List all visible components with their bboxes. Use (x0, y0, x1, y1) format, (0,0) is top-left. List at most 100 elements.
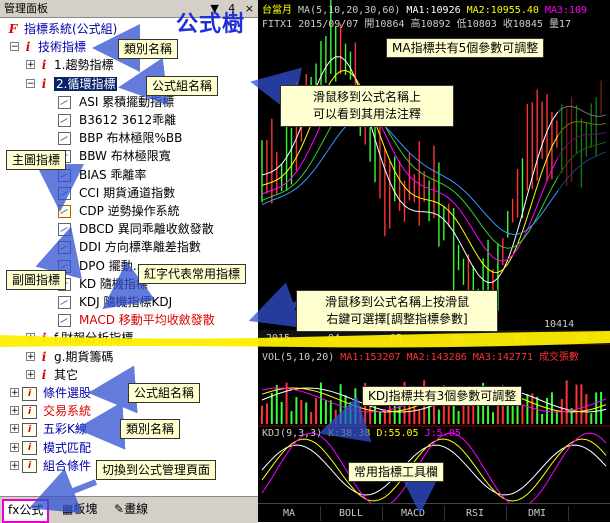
formula-icon: fx (8, 503, 20, 517)
indicator-chart-icon (58, 186, 71, 200)
expand-icon[interactable]: + (26, 351, 35, 361)
indicator-chart-icon (58, 223, 71, 237)
toolbar-ma-button[interactable]: MA (258, 506, 321, 521)
chart-canvas[interactable]: 2015 04 05 06 07 08 (258, 0, 610, 522)
tree-item[interactable]: + i 其它 (0, 366, 78, 384)
tree-item[interactable]: B3612 3612乖離 (0, 111, 176, 129)
formula-system-icon: F (8, 22, 18, 36)
expand-icon[interactable]: + (26, 333, 35, 343)
tree-item[interactable]: CDP 逆勢操作系統 (0, 202, 180, 220)
indicator-chart-icon (58, 95, 71, 109)
callout-hover-usage-text: 滑鼠移到公式名稱上 可以看到其用法注釋 (312, 90, 421, 121)
toolbar-macd-button[interactable]: MACD (382, 506, 445, 521)
kdj-header: KDJ(9,3,3) K:38.38 D:55.05 J:5.05 (262, 428, 461, 439)
low-value: 低10803 (456, 19, 497, 30)
tree-item-label: CCI 期貨通道指數 (79, 185, 176, 200)
close-value: 收10845 (502, 19, 543, 30)
toolbar-dmi-button[interactable]: DMI (506, 506, 569, 521)
tree-item-label: MACD 移動平均收斂發散 (79, 313, 215, 328)
tree-item-label: 組合條件 (43, 458, 92, 473)
symbol: FITX1 (262, 19, 293, 30)
expand-icon[interactable]: + (26, 369, 35, 379)
callout-category-name-2: 類別名稱 (120, 419, 181, 439)
tree-item[interactable]: F 指標系統(公式組) (0, 20, 118, 38)
callout-hover-usage: 滑鼠移到公式名稱上 可以看到其用法注釋 (280, 85, 454, 127)
expand-icon[interactable]: + (10, 442, 19, 452)
drawing-icon: ✎ (114, 502, 125, 516)
tree-item-label: 條件選股 (43, 386, 92, 400)
tree-item-label: BBP 布林極限%BB (79, 131, 183, 146)
tree-item[interactable]: + i g.期貨籌碼 (0, 348, 113, 366)
tree-item[interactable]: + i 五彩K線 (0, 420, 87, 438)
callout-switch-page: 切換到公式管理頁面 (96, 460, 217, 480)
expand-icon[interactable]: + (10, 424, 19, 434)
indicator-group-icon: i (41, 58, 47, 73)
callout-right-click-text: 滑鼠移到公式名稱上按滑鼠 右鍵可選擇[調整指標參數] (324, 295, 469, 326)
x-tick-label: 08 (576, 333, 588, 344)
callout-formula-group: 公式組名稱 (146, 76, 219, 96)
tree-item[interactable]: + i 組合條件 (0, 457, 91, 475)
expand-icon[interactable]: + (10, 388, 19, 398)
tree-item[interactable]: + i 模式匹配 (0, 439, 91, 457)
tab-formula[interactable]: fx公式 (2, 499, 50, 523)
tree-item[interactable]: − i 技術指標 (0, 38, 86, 56)
kdj-def: KDJ(9,3,3) (262, 428, 323, 439)
callout-main-indicator: 主圖指標 (6, 150, 67, 170)
tree-item[interactable]: + i 交易系統 (0, 402, 91, 420)
vol-extra: 成交張數 (539, 352, 580, 363)
indicator-group-icon: i (41, 76, 47, 91)
category-book-icon: i (22, 441, 37, 456)
collapse-icon[interactable]: − (26, 78, 35, 88)
chart-header-ma: 台當月 MA(5,10,20,30,60) MA1:10926 MA2:1095… (262, 1, 587, 16)
tree-item-label: 交易系統 (43, 404, 92, 419)
expand-icon[interactable]: + (10, 460, 19, 470)
indicator-group-icon: i (41, 349, 47, 364)
tree-item-label: BIAS 乖離率 (79, 167, 147, 182)
x-tick-label: 04 (328, 333, 340, 344)
collapse-icon[interactable]: − (10, 42, 19, 52)
kdj-j: J:5.05 (424, 428, 461, 439)
tab-formula-label: 公式 (19, 503, 44, 517)
expand-icon[interactable]: + (10, 406, 19, 416)
tree-item-label: 技術指標 (38, 40, 87, 55)
indicator-chart-icon (58, 296, 71, 309)
indicator-group-icon: i (25, 40, 31, 55)
tree-item-label: 模式匹配 (43, 440, 92, 455)
chart-panel[interactable]: 2015 04 05 06 07 08 台當月 MA(5,10,20,30,60) MA1… (258, 0, 610, 522)
tab-board[interactable]: ▦板塊 (58, 499, 101, 519)
category-book-icon: i (22, 386, 37, 401)
expand-icon[interactable]: + (26, 60, 35, 70)
tree-item[interactable]: CCI 期貨通道指數 (0, 184, 175, 202)
toolbar-boll-button[interactable]: BOLL (320, 506, 383, 521)
open-value: 開10864 (364, 19, 405, 30)
callout-right-click: 滑鼠移到公式名稱上按滑鼠 右鍵可選擇[調整指標參數] (296, 290, 498, 332)
tree-item[interactable]: MACD 移動平均收斂發散 (0, 311, 215, 329)
tree-item-label: CDP 逆勢操作系統 (79, 204, 180, 218)
tree-item[interactable]: DDI 方向標準離差指數 (0, 238, 201, 256)
kdj-d: D:55.05 (376, 428, 419, 439)
callout-kdj-params: KDJ指標共有3個參數可調整 (362, 386, 523, 406)
tree-item[interactable]: − i 2.循環指標 (0, 75, 118, 93)
formula-tree-title: 公式樹 (176, 12, 246, 37)
close-icon[interactable]: × (245, 2, 254, 15)
tree-item[interactable]: BBP 布林極限%BB (0, 129, 182, 147)
tree-item[interactable]: + i 1.趨勢指標 (0, 56, 113, 74)
tree-item[interactable]: DBCD 異同乖離收斂發散 (0, 220, 214, 238)
indicator-chart-icon (58, 314, 71, 328)
indicator-chart-icon (58, 241, 71, 255)
date: 2015/09/07 (298, 19, 359, 30)
tree-item-label: DPO 擺動... (79, 258, 145, 273)
toolbar-rsi-button[interactable]: RSI (444, 506, 507, 521)
panel-tabs: fx公式 ▦板塊 ✎畫線 (0, 496, 258, 523)
callout-common-toolbar: 常用指標工具欄 (348, 462, 445, 482)
tree-item-label: DDI 方向標準離差指數 (79, 240, 201, 255)
tree-item[interactable]: KDJ 隨機指標KDJ (0, 293, 172, 311)
vol-ma3: MA3:142771 (472, 352, 533, 363)
tree-item[interactable]: + i 條件選股 (0, 384, 91, 402)
indicator-chart-icon (58, 114, 71, 127)
category-book-icon: i (22, 404, 37, 419)
high-value: 高10892 (410, 19, 451, 30)
tree-item[interactable]: + i f.財報分析指標 (0, 329, 133, 347)
x-tick-label: 05 (390, 333, 402, 344)
tab-drawing[interactable]: ✎畫線 (110, 499, 152, 519)
